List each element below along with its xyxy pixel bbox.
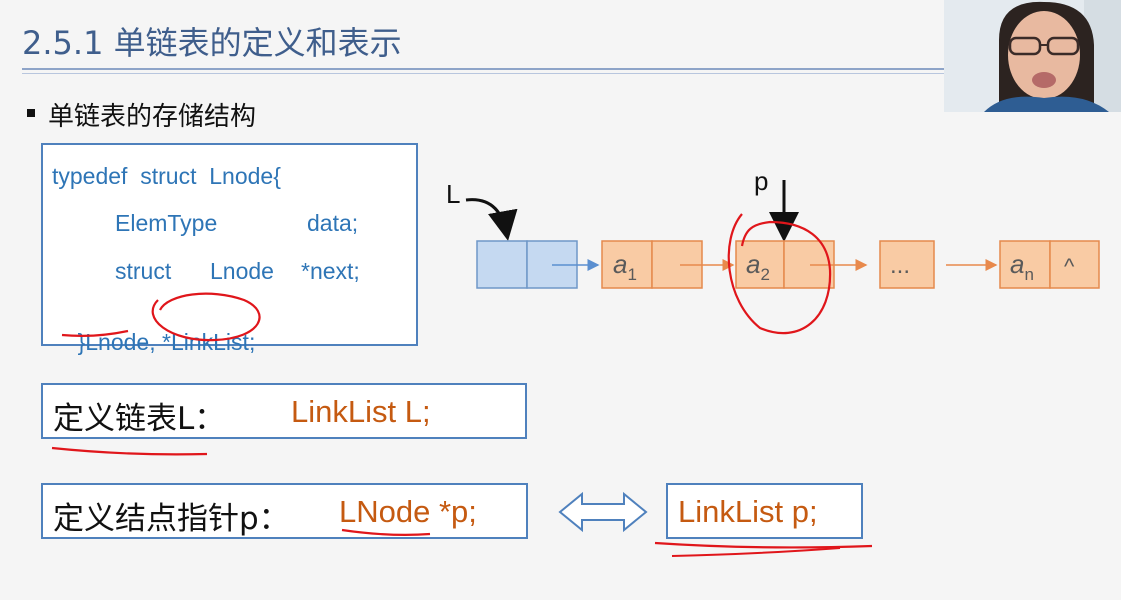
node-an-text: a (1010, 249, 1024, 279)
head-pointer-label: L (446, 179, 460, 209)
ink-underline-lnode (61, 329, 129, 337)
ink-underline-linklist-p-1 (654, 541, 873, 549)
ink-underline-list-label (51, 446, 208, 456)
node-a2-text: a (746, 249, 760, 279)
node-a1-text: a (613, 249, 627, 279)
ink-underline-linklist-p-2 (671, 547, 841, 557)
pointer-p-label: p (754, 166, 768, 196)
node-a2-sub: 2 (760, 265, 769, 284)
head-pointer-arrow (465, 198, 518, 241)
ink-underline-lnode-p (341, 528, 431, 536)
node-ellipsis: ... (879, 240, 935, 289)
equivalence-double-arrow-icon (558, 491, 648, 533)
node-an-sub: n (1024, 265, 1033, 284)
ink-circle-linklist (151, 292, 261, 342)
node-a1-sub: 1 (627, 265, 636, 284)
node-an: an ^ (999, 240, 1100, 289)
linked-list-diagram: L p a1 a2 ... an ^ (51, 166, 1100, 557)
node-ellipsis-text: ... (890, 252, 910, 279)
null-pointer-symbol: ^ (1064, 254, 1075, 279)
